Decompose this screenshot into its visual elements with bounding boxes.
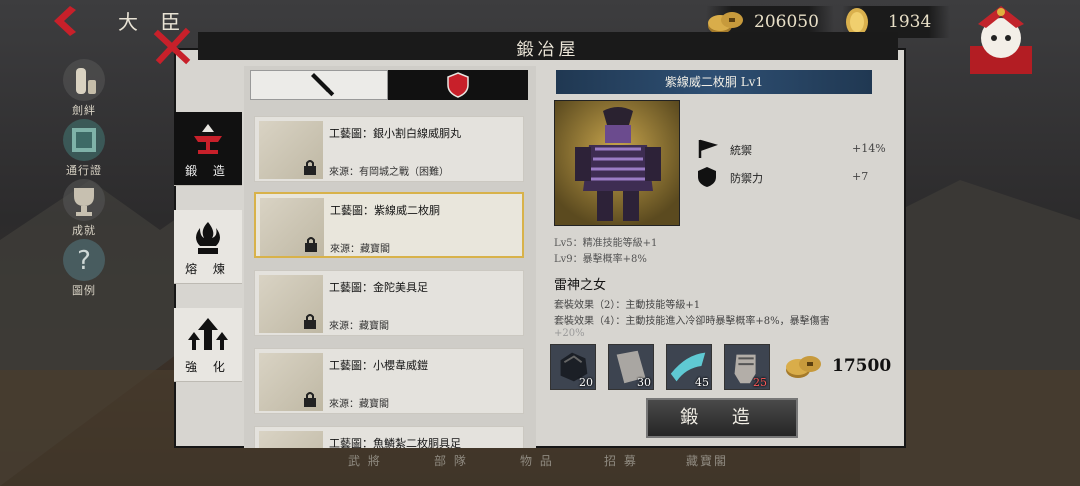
bottom-nav-generals[interactable]: 武 將 [348,452,382,469]
forge-cost: 17500 [832,356,892,376]
recipe-name: 工藝圖：金陀美具足 [329,281,428,294]
defense-shield-icon [698,167,716,187]
material-count: 25 [753,376,767,389]
question-icon: ? [63,239,105,281]
nav-label: 圖例 [72,284,96,297]
coin-stack-icon [786,356,821,378]
item-title: 紫線威二枚胴 Lv1 [556,70,872,94]
sake-bottle-icon [63,59,105,101]
stat-label: 防禦力 [730,172,763,185]
material-count: 30 [637,376,651,389]
set-name: 雷神之女 [554,278,607,293]
list-item[interactable]: 工藝圖：金陀美具足 來源：藏寶閣 [254,270,524,336]
lock-icon [304,392,316,407]
level-bonus: Lv5：精准技能等級+1 [554,238,658,249]
set-effect: 套裝效果（4）：主動技能進入冷卻時暴擊概率+8%，暴擊傷害 [554,316,830,327]
level-bonus: Lv9：暴擊概率+8% [554,254,647,265]
material-slot[interactable]: 25 [724,344,770,390]
recipe-source: 來源：藏寶閣 [330,244,390,255]
tab-forge[interactable]: 鍛 造 [174,112,242,186]
bottom-nav-treasury[interactable]: 藏寶閣 [686,452,728,469]
tab-label: 鍛 造 [185,164,231,178]
list-item[interactable]: 工藝圖：小櫻韋威鎧 來源：藏寶閣 [254,348,524,414]
player-avatar[interactable] [964,2,1038,76]
bottom-nav-troops[interactable]: 部 隊 [434,452,468,469]
list-item[interactable]: 工藝圖：銀小割白線威胴丸 來源：有岡城之戰（困難） [254,116,524,182]
bottom-nav-recruit[interactable]: 招 募 [604,452,638,469]
stat-value: +14% [852,142,886,155]
nav-legend[interactable]: ? 圖例 [56,238,112,298]
blueprint-thumbnail [259,431,323,448]
filter-weapon[interactable] [250,70,388,100]
panel-header: 鍛冶屋 [198,32,898,60]
filter-armor[interactable] [388,70,528,100]
material-slot[interactable]: 30 [608,344,654,390]
recipe-source: 來源：藏寶閣 [329,321,389,332]
bottom-nav-items[interactable]: 物 品 [520,452,554,469]
nav-pass[interactable]: 通行證 [56,118,112,178]
nav-achievement[interactable]: 成就 [56,178,112,238]
nav-label: 通行證 [66,164,102,177]
forge-button[interactable]: 鍛 造 [646,398,798,438]
recipe-source: 來源：藏寶閣 [329,399,389,410]
tab-enhance[interactable]: 強 化 [174,308,242,382]
list-item[interactable]: 工藝圖：紫線威二枚胴 來源：藏寶閣 [254,192,524,258]
upgrade-arrows-icon [188,318,228,350]
svg-text:?: ? [77,246,91,276]
recipe-name: 工藝圖：魚鱗紮二枚胴具足 [329,437,461,448]
nav-jianban[interactable]: 劍絆 [56,58,112,118]
material-slot[interactable]: 45 [666,344,712,390]
close-icon[interactable] [150,24,194,68]
back-arrow-icon[interactable] [48,4,88,38]
gold-value: 1934 [888,12,932,32]
list-item[interactable]: 工藝圖：魚鱗紮二枚胴具足 [254,426,524,448]
recipe-name: 工藝圖：紫線威二枚胴 [330,204,440,217]
command-flag-icon [698,139,718,158]
tab-label: 強 化 [185,360,231,374]
recipe-list[interactable]: 工藝圖：銀小割白線威胴丸 來源：有岡城之戰（困難） 工藝圖：紫線威二枚胴 來源：… [244,66,536,448]
armor-icon [575,107,661,221]
nav-label: 成就 [72,224,96,237]
nav-label: 劍絆 [72,104,96,117]
coin-value: 206050 [754,12,819,32]
lock-icon [304,314,316,329]
material-count: 20 [579,376,593,389]
material-count: 45 [695,376,709,389]
tab-label: 熔 煉 [185,262,231,276]
recipe-name: 工藝圖：銀小割白線威胴丸 [329,127,461,140]
set-effect: 套裝效果（2）：主動技能等級+1 [554,300,701,311]
trophy-icon [63,179,105,221]
recipe-name: 工藝圖：小櫻韋威鎧 [329,359,428,372]
set-effect-overflow: +20% [554,328,585,336]
lock-icon [305,237,317,252]
tab-smelt[interactable]: 熔 煉 [174,210,242,284]
material-slot[interactable]: 20 [550,344,596,390]
detail-pane: 紫線威二枚胴 Lv1 統禦 +14% 防禦力 +7 Lv5：精准技能等級+1 L… [546,66,904,446]
recipe-source: 來源：有岡城之戰（困難） [329,167,449,178]
stat-label: 統禦 [730,144,752,157]
pass-ticket-icon [63,119,105,161]
furnace-icon [196,222,220,254]
shield-icon [447,72,469,98]
stat-value: +7 [852,170,869,183]
armor-portrait [554,100,680,226]
panel-title: 鍛冶屋 [516,40,580,60]
sword-icon [311,73,335,97]
anvil-icon [194,124,222,154]
lock-icon [304,160,316,175]
